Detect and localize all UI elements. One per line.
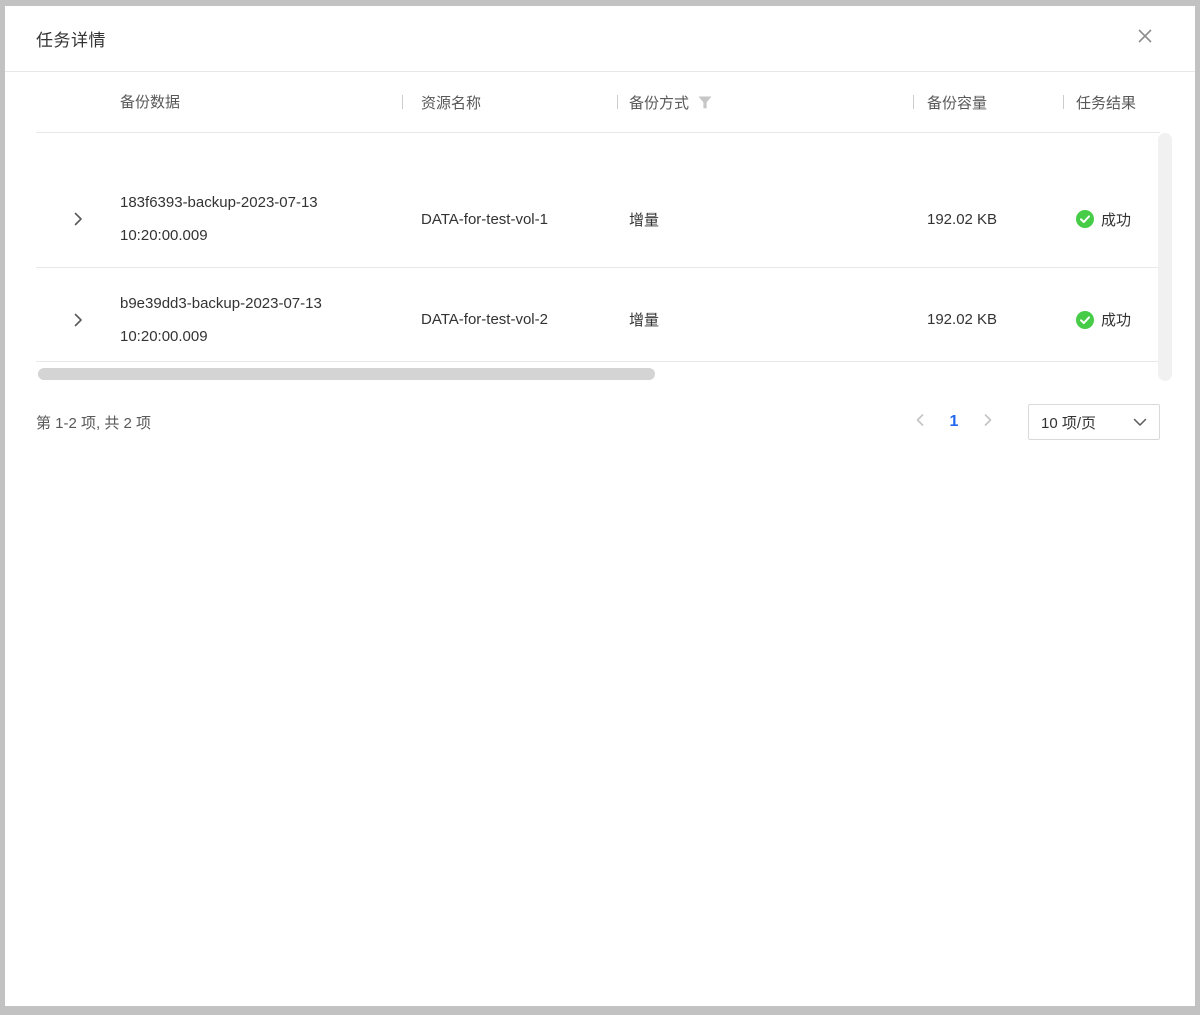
- column-divider: [617, 95, 618, 109]
- dialog-header: 任务详情: [5, 6, 1195, 72]
- chevron-down-icon: [1133, 418, 1147, 427]
- cell-resource-name: DATA-for-test-vol-1: [402, 211, 617, 228]
- close-button[interactable]: [1133, 27, 1157, 51]
- table-row[interactable]: b9e39dd3-backup-2023-07-13 10:20:00.009 …: [36, 268, 1160, 362]
- table-row[interactable]: 183f6393-backup-2023-07-13 10:20:00.009 …: [36, 133, 1160, 268]
- cell-task-result: 成功: [1063, 309, 1160, 330]
- pagination-summary: 第 1-2 项, 共 2 项: [36, 412, 151, 433]
- horizontal-scrollbar-thumb[interactable]: [38, 368, 655, 380]
- backup-task-table: 备份数据 资源名称 备份方式 备份容量: [36, 72, 1160, 381]
- row-expand-chevron-right-icon[interactable]: [71, 313, 85, 327]
- page-number-1[interactable]: 1: [939, 408, 969, 436]
- cell-backup-capacity: 192.02 KB: [913, 211, 1063, 228]
- success-check-circle-icon: [1076, 311, 1094, 329]
- status-badge: 成功: [1101, 209, 1131, 230]
- horizontal-scrollbar: [36, 362, 1160, 381]
- vertical-scrollbar[interactable]: [1158, 133, 1172, 381]
- close-icon: [1135, 26, 1155, 51]
- page-title: 任务详情: [36, 26, 106, 51]
- cell-task-result: 成功: [1063, 209, 1160, 230]
- next-page-button[interactable]: [974, 408, 1002, 436]
- header-resource-name: 资源名称: [402, 92, 617, 113]
- cell-backup-data: 183f6393-backup-2023-07-13 10:20:00.009: [120, 186, 402, 252]
- cell-backup-method: 增量: [617, 309, 913, 330]
- chevron-left-icon: [914, 413, 926, 432]
- cell-backup-capacity: 192.02 KB: [913, 311, 1063, 328]
- cell-backup-method: 增量: [617, 209, 913, 230]
- page-background: 任务详情 备份数据 资源名称 备份方式: [0, 0, 1200, 1015]
- column-divider: [913, 95, 914, 109]
- prev-page-button[interactable]: [906, 408, 934, 436]
- header-backup-capacity: 备份容量: [913, 92, 1063, 113]
- success-check-circle-icon: [1076, 210, 1094, 228]
- status-badge: 成功: [1101, 309, 1131, 330]
- pagination-controls: 1 10 项/页: [906, 404, 1160, 440]
- column-divider: [1063, 95, 1064, 109]
- header-backup-data: 备份数据: [120, 86, 402, 119]
- filter-funnel-icon[interactable]: [698, 96, 712, 109]
- column-divider: [402, 95, 403, 109]
- header-task-result: 任务结果: [1063, 92, 1160, 113]
- table-header-row: 备份数据 资源名称 备份方式 备份容量: [36, 72, 1160, 133]
- page-size-select[interactable]: 10 项/页: [1028, 404, 1160, 440]
- pagination-bar: 第 1-2 项, 共 2 项 1 10 项/页: [36, 403, 1160, 441]
- cell-backup-data: b9e39dd3-backup-2023-07-13 10:20:00.009: [120, 287, 402, 353]
- header-backup-method: 备份方式: [617, 92, 913, 113]
- page-size-value: 10 项/页: [1041, 412, 1096, 433]
- cell-resource-name: DATA-for-test-vol-2: [402, 311, 617, 328]
- row-expand-chevron-right-icon[interactable]: [71, 212, 85, 226]
- chevron-right-icon: [982, 413, 994, 432]
- task-detail-dialog: 任务详情 备份数据 资源名称 备份方式: [5, 6, 1195, 1006]
